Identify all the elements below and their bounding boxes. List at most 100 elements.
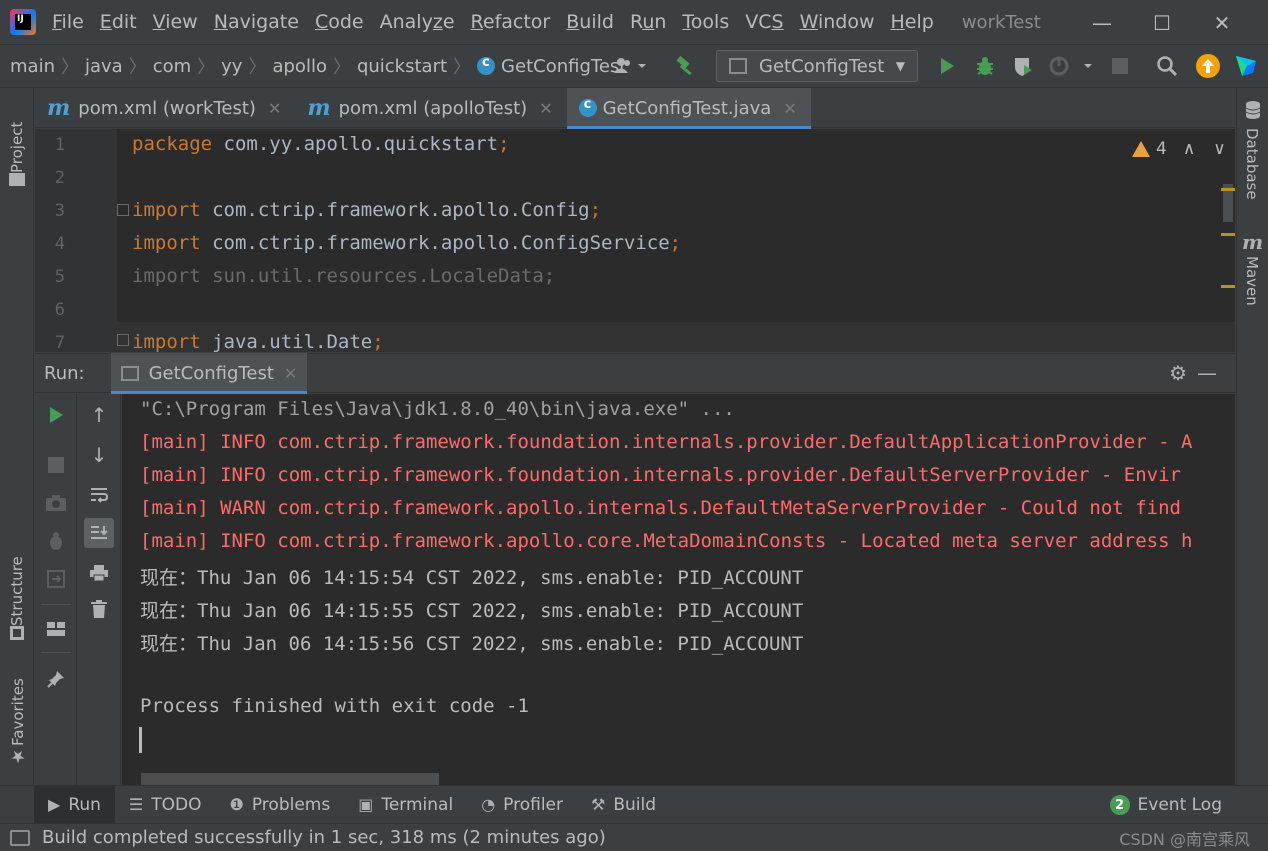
- menu-file[interactable]: File: [44, 0, 92, 45]
- trash-icon[interactable]: [84, 594, 114, 624]
- event-log-tab[interactable]: 2 Event Log: [1109, 786, 1222, 824]
- structure-icon: [10, 626, 24, 640]
- console-output[interactable]: "C:\Program Files\Java\jdk1.8.0_40\bin\j…: [122, 394, 1235, 785]
- run-tab-getconfigtest[interactable]: GetConfigTest ✕: [110, 353, 308, 394]
- database-tool-tab[interactable]: Database: [1243, 128, 1261, 200]
- code-line: import com.ctrip.framework.apollo.Config…: [132, 232, 682, 254]
- arrow-down-icon[interactable]: ↓: [84, 440, 114, 470]
- line-number: 6: [54, 300, 65, 320]
- breadcrumb-item[interactable]: GetConfigTest: [477, 55, 626, 77]
- bottom-tab-build[interactable]: ⚒ Build: [577, 786, 670, 824]
- arrow-up-icon[interactable]: ↑: [84, 400, 114, 430]
- breadcrumb-item[interactable]: quickstart: [357, 56, 447, 77]
- layout-icon[interactable]: [41, 614, 71, 644]
- left-tool-strip: Project Structure ★ Favorites: [0, 88, 34, 785]
- breadcrumb-item[interactable]: java: [85, 56, 123, 77]
- search-icon[interactable]: [1154, 52, 1180, 80]
- minimize-button[interactable]: —: [1072, 0, 1132, 45]
- profiler-icon: ◔: [481, 795, 496, 814]
- menu-build[interactable]: Build: [558, 0, 622, 45]
- line-number-gutter: 1 2 3 4 5 6 7: [35, 129, 117, 352]
- close-tab-icon[interactable]: ✕: [268, 99, 281, 118]
- line-number: 3: [54, 201, 65, 221]
- bottom-tab-run[interactable]: ▶ Run: [34, 785, 115, 824]
- build-hammer-icon[interactable]: [672, 52, 700, 80]
- exit-icon[interactable]: [41, 564, 71, 594]
- bottom-tab-terminal[interactable]: ▣ Terminal: [344, 786, 467, 824]
- panel-toggle-icon[interactable]: [10, 829, 30, 846]
- run-with-coverage-button[interactable]: [1010, 52, 1036, 80]
- maximize-button[interactable]: ☐: [1132, 0, 1192, 45]
- database-icon: [1245, 100, 1261, 125]
- warning-stripe[interactable]: [1221, 188, 1235, 191]
- chevron-down-icon: ▼: [895, 59, 905, 73]
- run-button[interactable]: [934, 52, 960, 80]
- minimize-panel-icon[interactable]: —: [1197, 361, 1217, 385]
- user-account-icon[interactable]: [608, 52, 652, 80]
- structure-tool-tab[interactable]: Structure: [8, 548, 26, 646]
- gear-icon[interactable]: ⚙: [1169, 361, 1187, 385]
- editor-tab[interactable]: m pom.xml (apolloTest) ✕: [295, 88, 566, 128]
- breadcrumb-item[interactable]: yy: [221, 56, 242, 77]
- code-line: import com.ctrip.framework.apollo.Config…: [132, 199, 602, 221]
- bottom-tab-todo[interactable]: ☰ TODO: [115, 786, 216, 824]
- horizontal-scrollbar[interactable]: [141, 773, 439, 785]
- menu-window[interactable]: Window: [792, 0, 883, 45]
- stop-button[interactable]: [1110, 52, 1130, 80]
- breadcrumb-item[interactable]: main: [10, 56, 55, 77]
- console-line: [main] INFO com.ctrip.framework.foundati…: [140, 431, 1193, 453]
- fold-marker-icon[interactable]: [117, 334, 129, 346]
- menu-view[interactable]: View: [145, 0, 206, 45]
- menu-help[interactable]: Help: [882, 0, 941, 45]
- maven-tool-tab[interactable]: Maven: [1243, 256, 1261, 306]
- pin-icon[interactable]: [41, 664, 71, 694]
- chevron-down-icon[interactable]: ∨: [1213, 139, 1225, 159]
- bottom-tab-problems[interactable]: ❶ Problems: [216, 786, 345, 824]
- bottom-tab-profiler[interactable]: ◔ Profiler: [467, 786, 577, 824]
- menu-refactor[interactable]: Refactor: [463, 0, 559, 45]
- profile-button[interactable]: [1046, 52, 1096, 80]
- close-tab-icon[interactable]: ✕: [539, 99, 552, 118]
- console-line: 现在：Thu Jan 06 14:15:56 CST 2022, sms.ena…: [140, 633, 804, 655]
- menu-vcs[interactable]: VCS: [737, 0, 791, 45]
- menu-analyze[interactable]: Analyze: [372, 0, 463, 45]
- print-icon[interactable]: [84, 558, 114, 588]
- breadcrumb-item[interactable]: com: [153, 56, 191, 77]
- update-icon[interactable]: [1194, 52, 1222, 80]
- scroll-to-end-icon[interactable]: [84, 518, 114, 548]
- close-tab-icon[interactable]: ✕: [284, 364, 297, 383]
- fold-marker-icon[interactable]: [117, 204, 129, 216]
- console-line: Process finished with exit code -1: [140, 695, 529, 717]
- code-line: package com.yy.apollo.quickstart;: [132, 133, 510, 155]
- chevron-up-icon[interactable]: ∧: [1183, 139, 1195, 159]
- soft-wrap-icon[interactable]: [84, 480, 114, 510]
- run-configuration-select[interactable]: GetConfigTest ▼: [716, 50, 918, 82]
- close-button[interactable]: ✕: [1192, 0, 1252, 45]
- project-tool-tab[interactable]: Project: [8, 100, 26, 192]
- toolbox-app-icon[interactable]: [1232, 52, 1260, 80]
- menu-edit[interactable]: Edit: [92, 0, 145, 45]
- menu-code[interactable]: Code: [307, 0, 372, 45]
- favorites-tool-tab[interactable]: ★ Favorites: [8, 672, 28, 772]
- code-editor[interactable]: 1 2 3 4 5 6 7 package com.yy.apollo.quickstart…: [35, 129, 1235, 352]
- intellij-logo-icon: IJ: [10, 9, 36, 35]
- debug-button[interactable]: [972, 52, 998, 80]
- camera-icon[interactable]: [41, 488, 71, 518]
- editor-tab[interactable]: GetConfigTest.java✕: [566, 88, 811, 129]
- run-toolbar-secondary: ↑ ↓: [77, 394, 121, 785]
- inspection-widget[interactable]: 4 ∧ ∨: [1132, 139, 1226, 159]
- warning-stripe[interactable]: [1221, 233, 1235, 236]
- warning-stripe[interactable]: [1221, 285, 1235, 288]
- todo-icon: ☰: [128, 795, 144, 814]
- editor-tab[interactable]: m pom.xml (workTest) ✕: [35, 88, 295, 128]
- folder-icon: [9, 173, 25, 186]
- breadcrumb-item[interactable]: apollo: [272, 56, 326, 77]
- stop-button[interactable]: [41, 450, 71, 480]
- menu-navigate[interactable]: Navigate: [206, 0, 307, 45]
- close-tab-icon[interactable]: ✕: [783, 99, 796, 118]
- menu-tools[interactable]: Tools: [674, 0, 737, 45]
- menu-run[interactable]: Run: [622, 0, 674, 45]
- maven-icon: m: [1242, 230, 1264, 254]
- rerun-button[interactable]: [41, 400, 71, 430]
- debug-threads-icon[interactable]: [41, 526, 71, 556]
